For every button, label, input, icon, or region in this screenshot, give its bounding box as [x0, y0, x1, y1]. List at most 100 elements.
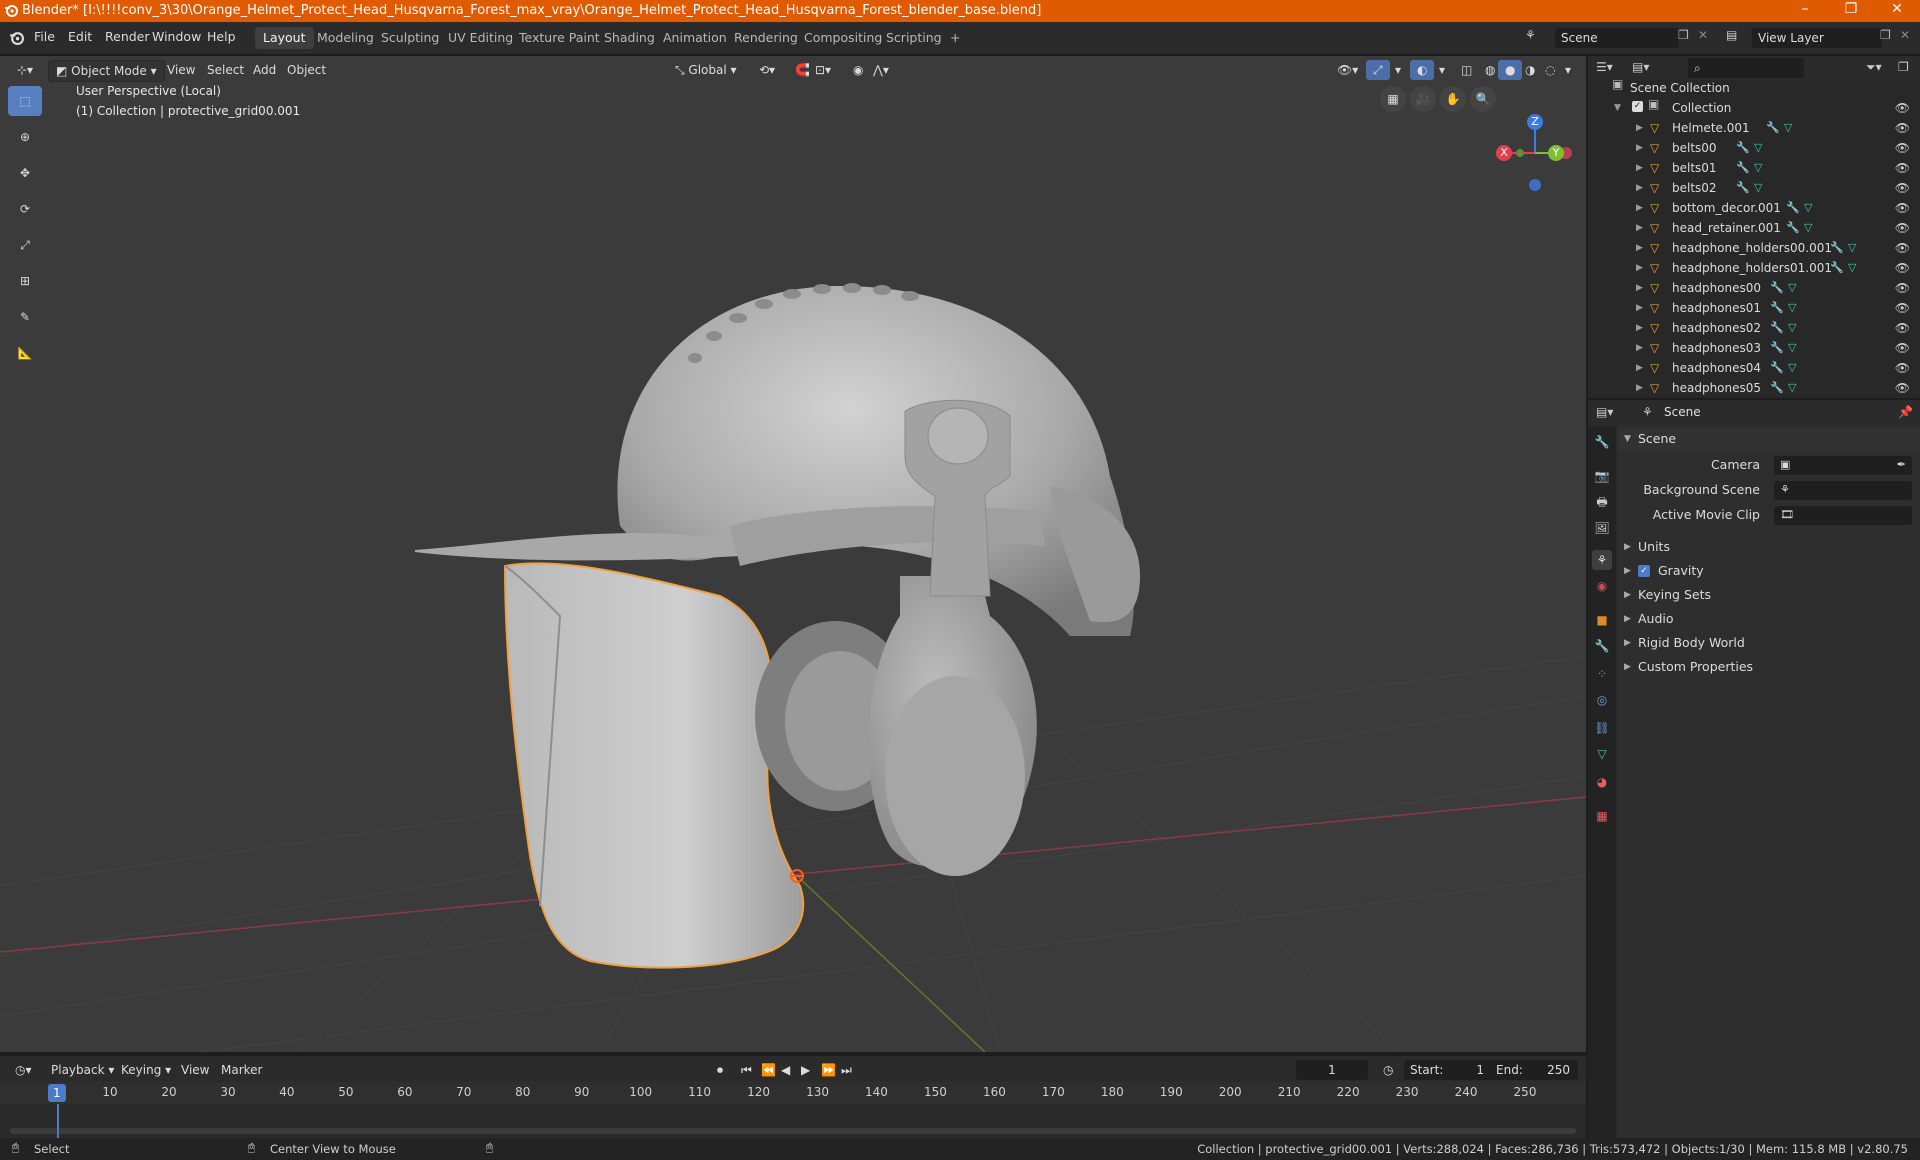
- camera-view-icon[interactable]: 🎥: [1410, 86, 1436, 112]
- tab-texture-paint[interactable]: Texture Paint: [511, 27, 608, 49]
- select-box-tool-icon[interactable]: ⬚: [8, 86, 42, 116]
- viewport-scene[interactable]: [0, 56, 1586, 1052]
- viewport-menu-object[interactable]: Object: [280, 60, 333, 80]
- view-layer-tab-icon[interactable]: 🖼: [1592, 518, 1612, 538]
- outliner-object-row[interactable]: ▶ ▽ headphone_holders00.001 🔧 ▽ 👁: [1588, 238, 1920, 258]
- eye-icon[interactable]: 👁: [1895, 378, 1910, 398]
- editor-type-icon[interactable]: ⊹▾: [10, 60, 40, 80]
- audio-panel[interactable]: ▶ Audio: [1618, 608, 1920, 630]
- record-icon[interactable]: ⏺: [710, 1060, 730, 1080]
- current-frame-field[interactable]: 1: [1296, 1060, 1368, 1080]
- active-movie-clip-field[interactable]: 🎞: [1774, 506, 1912, 525]
- outliner-object-row[interactable]: ▶ ▽ headphones04 🔧 ▽ 👁: [1588, 358, 1920, 378]
- start-frame-field[interactable]: Start: 1: [1404, 1060, 1492, 1080]
- grid-view-icon[interactable]: ▦: [1380, 86, 1406, 112]
- tab-modeling[interactable]: Modeling: [309, 27, 382, 49]
- timeline-menu-keying[interactable]: Keying ▾: [114, 1060, 178, 1080]
- current-frame-marker[interactable]: 1: [48, 1084, 66, 1102]
- move-tool-icon[interactable]: ✥: [8, 158, 42, 188]
- timeline-editor-icon[interactable]: ◷▾: [8, 1060, 39, 1080]
- orientation-dropdown[interactable]: ⤡ Global ▾: [668, 60, 744, 80]
- eye-icon[interactable]: 👁: [1895, 158, 1910, 178]
- background-scene-field[interactable]: ⚘: [1774, 481, 1912, 500]
- outliner-collection[interactable]: ▼ ✓ ▣ Collection 👁: [1588, 98, 1920, 118]
- outliner-object-row[interactable]: ▶ ▽ headphones01 🔧 ▽ 👁: [1588, 298, 1920, 318]
- particles-tab-icon[interactable]: ⁘: [1592, 664, 1612, 684]
- menu-file[interactable]: File: [34, 29, 55, 44]
- outliner-object-row[interactable]: ▶ ▽ headphones00 🔧 ▽ 👁: [1588, 278, 1920, 298]
- physics-tab-icon[interactable]: ◎: [1592, 690, 1612, 710]
- pivot-point-icon[interactable]: ⟲▾: [752, 60, 782, 80]
- tab-compositing[interactable]: Compositing: [796, 27, 890, 49]
- menu-window[interactable]: Window: [152, 29, 201, 44]
- zoom-view-icon[interactable]: 🔍: [1470, 86, 1496, 112]
- tab-animation[interactable]: Animation: [655, 27, 735, 49]
- pan-view-icon[interactable]: ✋: [1440, 86, 1466, 112]
- scene-field[interactable]: Scene: [1555, 28, 1679, 48]
- output-tab-icon[interactable]: 🖶: [1592, 492, 1612, 512]
- visibility-icon[interactable]: 👁▾: [1330, 60, 1365, 80]
- 3d-viewport[interactable]: ⊹▾ ◩ Object Mode ▾ View Select Add Objec…: [0, 56, 1586, 1052]
- material-tab-icon[interactable]: ◕: [1592, 772, 1612, 792]
- outliner-scene-collection[interactable]: ▣ Scene Collection: [1588, 78, 1920, 98]
- gizmo-y-icon[interactable]: Y: [1548, 145, 1564, 161]
- modifier-tab-icon[interactable]: 🔧: [1592, 636, 1612, 656]
- outliner-object-row[interactable]: ▶ ▽ belts01 🔧 ▽ 👁: [1588, 158, 1920, 178]
- viewport-menu-view[interactable]: View: [160, 60, 202, 80]
- eye-icon[interactable]: 👁: [1895, 218, 1910, 238]
- viewport-menu-add[interactable]: Add: [246, 60, 283, 80]
- eye-icon[interactable]: 👁: [1895, 318, 1910, 338]
- menu-render[interactable]: Render: [105, 29, 150, 44]
- new-collection-icon[interactable]: ❐: [1898, 61, 1909, 73]
- shading-dropdown-icon[interactable]: ▾: [1558, 60, 1578, 80]
- timeline-ruler[interactable]: 1 10 20 30 40 50 60 70 80 90 100 110 120 130 140 150 160…: [0, 1082, 1586, 1104]
- timeline-track-area[interactable]: [0, 1104, 1586, 1138]
- outliner-object-row[interactable]: ▶ ▽ headphones03 🔧 ▽ 👁: [1588, 338, 1920, 358]
- outliner-object-row[interactable]: ▶ ▽ headphones05 🔧 ▽ 👁: [1588, 378, 1920, 398]
- jump-end-icon[interactable]: ⏭: [834, 1060, 859, 1080]
- minimize-button[interactable]: –: [1782, 1, 1828, 21]
- render-tab-icon[interactable]: 📷: [1592, 466, 1612, 486]
- scale-tool-icon[interactable]: ⤢: [8, 230, 42, 260]
- gravity-checkbox[interactable]: ✓: [1638, 565, 1650, 577]
- rotate-tool-icon[interactable]: ⟳: [8, 194, 42, 224]
- scene-icon[interactable]: ⚘: [1525, 29, 1536, 41]
- outliner-search-input[interactable]: ⌕: [1688, 58, 1804, 78]
- end-frame-field[interactable]: End: 250: [1490, 1060, 1578, 1080]
- eye-icon[interactable]: 👁: [1895, 118, 1910, 138]
- outliner-object-row[interactable]: ▶ ▽ headphone_holders01.001 🔧 ▽ 👁: [1588, 258, 1920, 278]
- new-view-layer-icon[interactable]: ❐: [1880, 29, 1891, 41]
- checkbox-icon[interactable]: ✓: [1632, 101, 1643, 112]
- keying-sets-panel[interactable]: ▶ Keying Sets: [1618, 584, 1920, 606]
- tab-uv-editing[interactable]: UV Editing: [440, 27, 521, 49]
- gravity-panel[interactable]: ▶ ✓ Gravity: [1618, 560, 1920, 582]
- tab-rendering[interactable]: Rendering: [726, 27, 806, 49]
- object-tab-icon[interactable]: ■: [1592, 610, 1612, 630]
- timeline-scrollbar[interactable]: [10, 1128, 1576, 1134]
- tab-shading[interactable]: Shading: [596, 27, 663, 49]
- eye-icon[interactable]: 👁: [1895, 98, 1910, 118]
- gizmo-z-icon[interactable]: Z: [1527, 114, 1543, 130]
- eye-icon[interactable]: 👁: [1895, 178, 1910, 198]
- eye-icon[interactable]: 👁: [1895, 198, 1910, 218]
- eye-icon[interactable]: 👁: [1895, 298, 1910, 318]
- tab-sculpting[interactable]: Sculpting: [373, 27, 447, 49]
- filter-icon[interactable]: ⏷▾: [1866, 61, 1882, 73]
- measure-tool-icon[interactable]: 📐: [8, 338, 42, 368]
- outliner-object-row[interactable]: ▶ ▽ belts00 🔧 ▽ 👁: [1588, 138, 1920, 158]
- outliner-object-row[interactable]: ▶ ▽ bottom_decor.001 🔧 ▽ 👁: [1588, 198, 1920, 218]
- delete-view-layer-icon[interactable]: ✕: [1900, 29, 1910, 41]
- tab-scripting[interactable]: Scripting: [878, 27, 950, 49]
- gizmo-dropdown-icon[interactable]: ▾: [1388, 60, 1408, 80]
- delete-scene-icon[interactable]: ✕: [1698, 29, 1708, 41]
- menu-edit[interactable]: Edit: [68, 29, 92, 44]
- outliner-object-row[interactable]: ▶ ▽ head_retainer.001 🔧 ▽ 👁: [1588, 218, 1920, 238]
- world-tab-icon[interactable]: ◉: [1592, 576, 1612, 596]
- eye-icon[interactable]: 👁: [1895, 278, 1910, 298]
- menu-help[interactable]: Help: [207, 29, 236, 44]
- preview-range-icon[interactable]: ◷: [1376, 1060, 1400, 1080]
- annotate-tool-icon[interactable]: ✎: [8, 302, 42, 332]
- transform-tool-icon[interactable]: ⊞: [8, 266, 42, 296]
- constraints-tab-icon[interactable]: ⛓: [1592, 718, 1612, 738]
- overlay-toggle-icon[interactable]: ◐: [1410, 60, 1435, 80]
